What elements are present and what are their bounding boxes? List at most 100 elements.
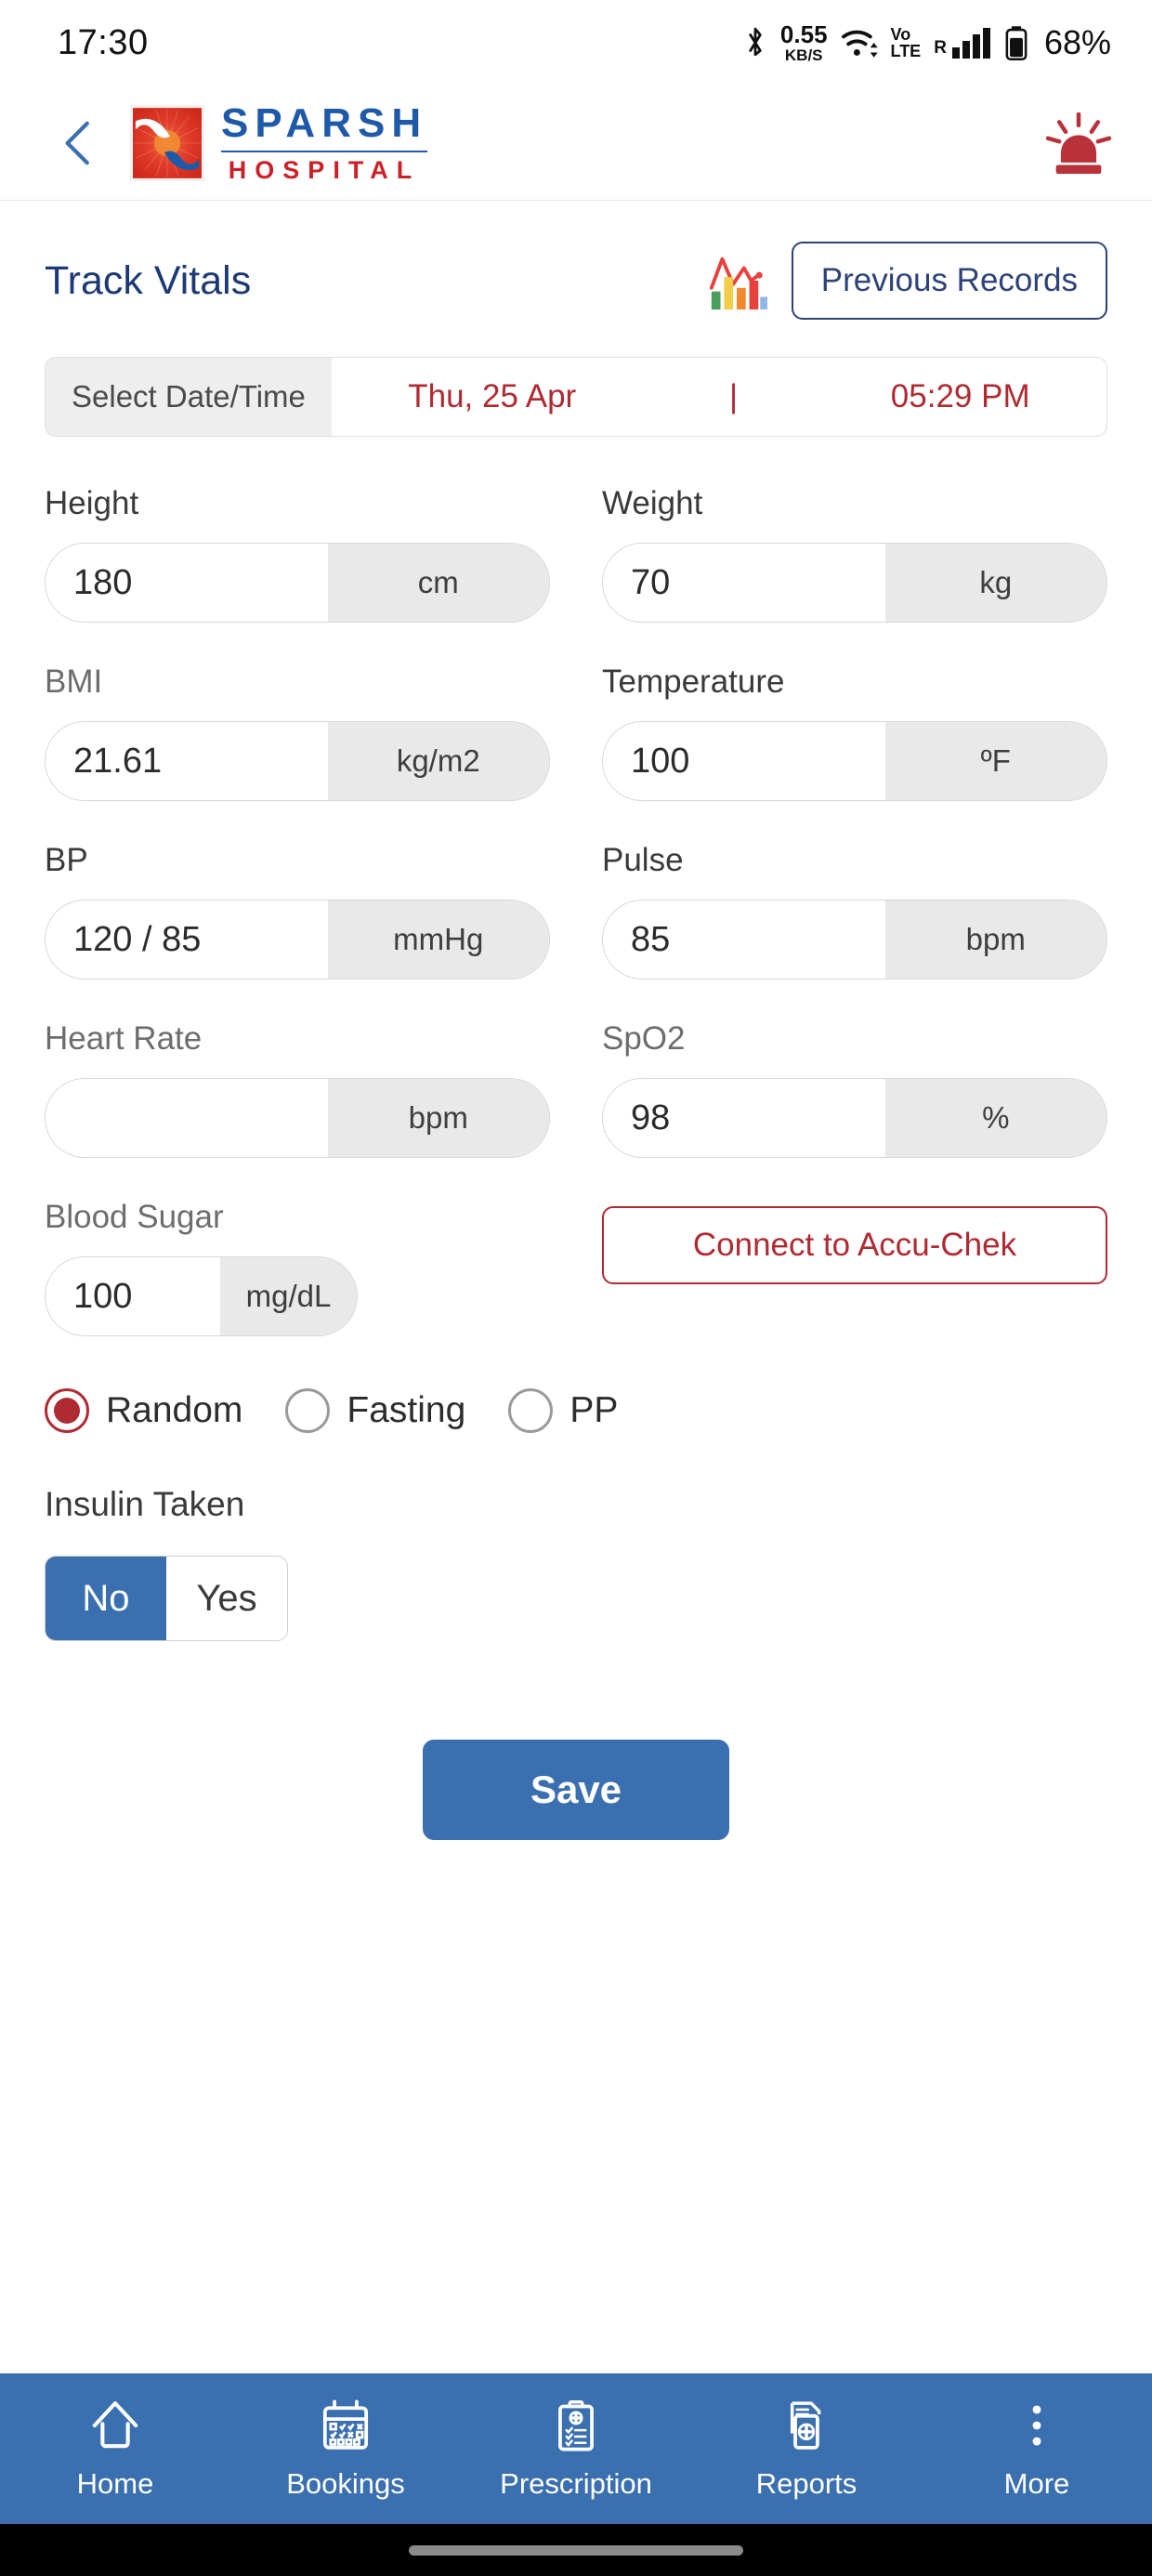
previous-records-button[interactable]: Previous Records <box>791 242 1107 320</box>
home-icon <box>86 2397 144 2454</box>
vitals-row-1: Height 180 cm Weight 70 kg <box>45 485 1107 623</box>
blood-sugar-input-group[interactable]: 100 mg/dL <box>45 1256 359 1336</box>
radio-icon-random <box>45 1388 89 1433</box>
selected-time[interactable]: 05:29 PM <box>891 378 1030 415</box>
nav-item-more[interactable]: More <box>922 2397 1152 2501</box>
signal-bar-3 <box>972 33 980 59</box>
spo2-unit: % <box>884 1079 1106 1157</box>
connect-accu-chek-button[interactable]: Connect to Accu-Chek <box>602 1206 1107 1284</box>
bmi-input-group: 21.61 kg/m2 <box>45 721 550 801</box>
date-time-values[interactable]: Thu, 25 Apr | 05:29 PM <box>332 358 1106 436</box>
field-pulse: Pulse 85 bpm <box>602 842 1107 979</box>
nav-item-bookings[interactable]: Bookings <box>230 2397 461 2501</box>
radio-label-fasting: Fasting <box>347 1390 466 1430</box>
height-input[interactable]: 180 <box>46 544 328 622</box>
emergency-button[interactable] <box>1045 111 1112 174</box>
field-blood-sugar: Blood Sugar 100 mg/dL <box>45 1199 550 1336</box>
nav-label-reports: Reports <box>755 2467 857 2500</box>
insulin-taken-label: Insulin Taken <box>45 1485 245 1523</box>
vitals-row-3: BP 120 / 85 mmHg Pulse 85 bpm <box>45 842 1107 979</box>
weight-input-group[interactable]: 70 kg <box>602 543 1107 623</box>
bottom-navigation: Home Bookings Prescription Reports More <box>0 2373 1152 2524</box>
logo-primary-text: SPARSH <box>221 99 428 146</box>
signal-bar-1 <box>951 46 960 59</box>
page-header-actions: Previous Records <box>706 242 1107 320</box>
page-header-row: Track Vitals Previous Records <box>45 242 1107 320</box>
weight-input[interactable]: 70 <box>603 544 885 622</box>
height-input-group[interactable]: 180 cm <box>45 543 550 623</box>
save-button[interactable]: Save <box>423 1740 729 1840</box>
volte-line-1: Vo <box>890 25 911 44</box>
nav-label-more: More <box>1003 2467 1070 2500</box>
temperature-input[interactable]: 100 <box>603 722 885 800</box>
documents-medical-icon <box>778 2397 835 2454</box>
vitals-row-4: Heart Rate bpm SpO2 98 % <box>45 1020 1107 1158</box>
chevron-left-icon <box>65 121 89 164</box>
field-bmi: BMI 21.61 kg/m2 <box>45 664 550 801</box>
insulin-option-no[interactable]: No <box>46 1557 166 1640</box>
signal-strength-icon: R <box>934 27 990 59</box>
radio-option-pp[interactable]: PP <box>508 1388 618 1433</box>
sugar-type-radio-group: Random Fasting PP <box>45 1388 1107 1433</box>
weight-unit: kg <box>884 544 1106 622</box>
bp-input-group[interactable]: 120 / 85 mmHg <box>45 900 550 979</box>
logo-mark-icon <box>130 104 204 181</box>
field-label-temperature: Temperature <box>602 664 785 700</box>
selected-date[interactable]: Thu, 25 Apr <box>408 378 576 415</box>
nav-label-home: Home <box>76 2467 154 2500</box>
field-height: Height 180 cm <box>45 485 550 623</box>
radio-option-fasting[interactable]: Fasting <box>285 1388 465 1433</box>
gesture-handle[interactable] <box>409 2544 743 2556</box>
nav-item-reports[interactable]: Reports <box>691 2397 922 2501</box>
bmi-unit: kg/m2 <box>327 722 549 800</box>
date-time-selector[interactable]: Select Date/Time Thu, 25 Apr | 05:29 PM <box>45 357 1107 437</box>
date-time-separator: | <box>728 378 739 414</box>
vitals-form: Height 180 cm Weight 70 kg BMI 21.61 kg/… <box>45 485 1107 1840</box>
back-button[interactable] <box>52 117 104 169</box>
logo-divider <box>221 150 428 152</box>
spo2-input[interactable]: 98 <box>603 1079 885 1157</box>
pulse-unit: bpm <box>884 900 1106 979</box>
status-bar: 17:30 0.55 KB/S Vo LTE R 68% <box>0 0 1152 85</box>
gesture-navigation-bar <box>0 2524 1152 2576</box>
battery-percent: 68% <box>1043 23 1111 61</box>
radio-icon-pp <box>508 1388 554 1433</box>
radio-label-random: Random <box>106 1390 243 1430</box>
date-time-label: Select Date/Time <box>46 358 332 436</box>
field-label-heart-rate: Heart Rate <box>45 1020 203 1057</box>
blood-sugar-unit: mg/dL <box>219 1257 358 1335</box>
field-temperature: Temperature 100 ºF <box>602 664 1107 801</box>
status-bar-icons: 0.55 KB/S Vo LTE R 68% <box>743 22 1111 63</box>
logo-secondary-text: HOSPITAL <box>228 155 421 184</box>
bp-input[interactable]: 120 / 85 <box>46 900 328 979</box>
bluetooth-icon <box>743 27 767 59</box>
radio-option-random[interactable]: Random <box>45 1388 242 1433</box>
signal-bar-4 <box>982 27 990 59</box>
field-label-height: Height <box>45 485 139 521</box>
hospital-logo: SPARSH HOSPITAL <box>130 99 428 184</box>
heart-rate-input[interactable] <box>46 1079 328 1157</box>
field-label-bmi: BMI <box>45 664 103 700</box>
heart-rate-input-group[interactable]: bpm <box>45 1078 550 1158</box>
logo-wordmark: SPARSH HOSPITAL <box>221 99 428 184</box>
volte-line-2: LTE <box>890 42 922 60</box>
data-rate-indicator: 0.55 KB/S <box>780 22 828 63</box>
radio-icon-fasting <box>285 1388 331 1433</box>
temperature-input-group[interactable]: 100 ºF <box>602 721 1107 801</box>
field-label-pulse: Pulse <box>602 842 684 878</box>
pulse-input-group[interactable]: 85 bpm <box>602 900 1107 979</box>
spo2-input-group[interactable]: 98 % <box>602 1078 1107 1158</box>
insulin-option-yes[interactable]: Yes <box>166 1557 287 1640</box>
app-bar: SPARSH HOSPITAL <box>0 85 1152 201</box>
kebab-menu-icon <box>1008 2397 1066 2454</box>
pulse-input[interactable]: 85 <box>603 900 885 979</box>
blood-sugar-input[interactable]: 100 <box>46 1257 220 1335</box>
data-rate-value: 0.55 <box>779 20 828 48</box>
bar-chart-icon[interactable] <box>706 247 767 314</box>
calendar-icon <box>317 2397 374 2454</box>
signal-bar-2 <box>962 40 970 59</box>
nav-item-prescription[interactable]: Prescription <box>461 2397 691 2501</box>
wifi-icon <box>841 27 878 59</box>
insulin-taken-toggle[interactable]: No Yes <box>45 1556 288 1641</box>
nav-item-home[interactable]: Home <box>0 2397 230 2501</box>
